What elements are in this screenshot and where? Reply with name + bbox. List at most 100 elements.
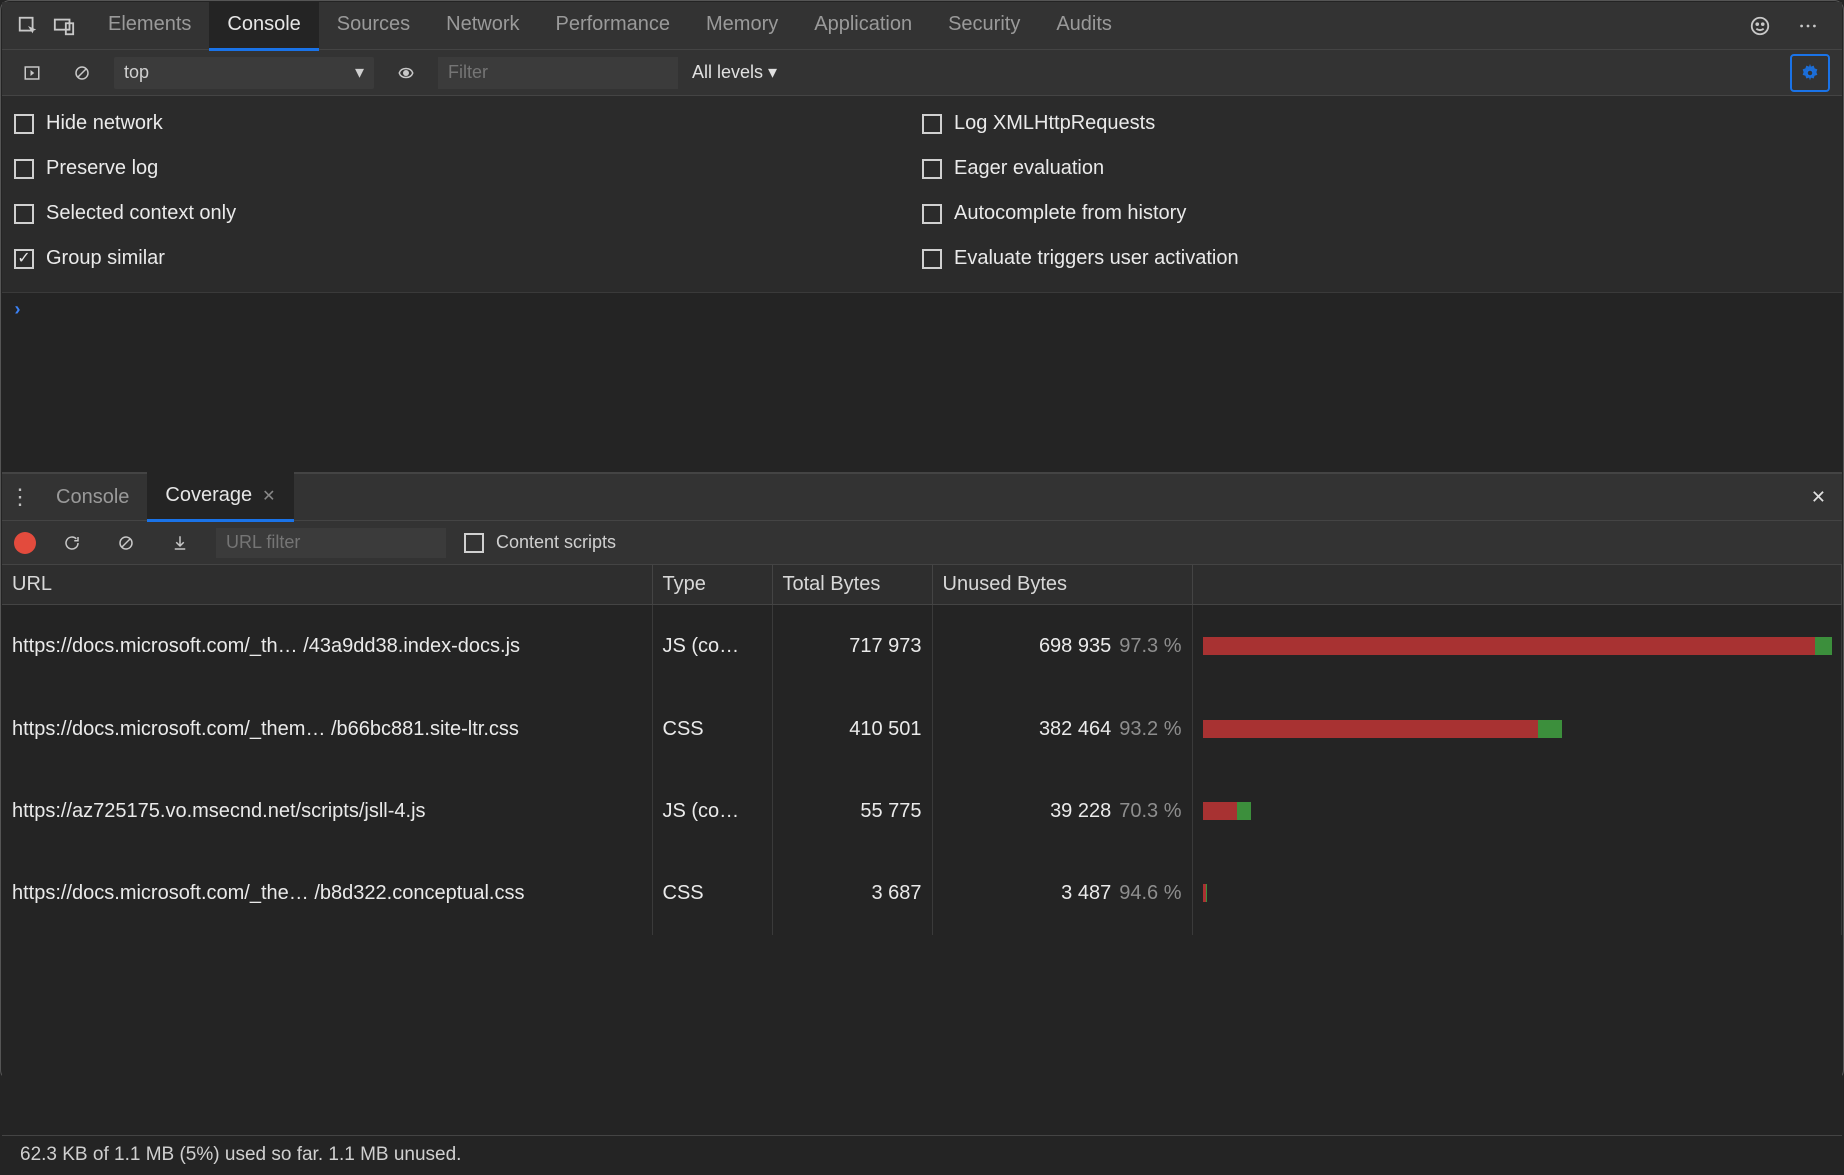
coverage-row[interactable]: https://az725175.vo.msecnd.net/scripts/j… — [2, 770, 1842, 852]
coverage-total-cell: 3 687 — [772, 852, 932, 934]
tab-elements[interactable]: Elements — [90, 1, 209, 51]
smiley-icon[interactable] — [1742, 8, 1778, 44]
coverage-row[interactable]: https://docs.microsoft.com/_the… /b8d322… — [2, 852, 1842, 934]
content-scripts-checkbox[interactable]: Content scripts — [464, 532, 616, 553]
drawer-more-icon[interactable]: ⋮ — [2, 484, 38, 510]
tab-audits[interactable]: Audits — [1038, 1, 1130, 51]
context-select[interactable]: top — [114, 57, 374, 89]
checkbox-icon — [14, 114, 34, 134]
tab-application[interactable]: Application — [796, 1, 930, 51]
coverage-type-cell: JS (co… — [652, 605, 772, 688]
col-type[interactable]: Type — [652, 565, 772, 605]
content-scripts-label: Content scripts — [496, 532, 616, 553]
coverage-bar-cell — [1192, 605, 1842, 688]
checkbox-icon — [922, 204, 942, 224]
coverage-url-cell: https://docs.microsoft.com/_th… /43a9dd3… — [2, 605, 652, 688]
setting-selected-context-only[interactable]: Selected context only — [14, 198, 922, 229]
top-tabs: ElementsConsoleSourcesNetworkPerformance… — [90, 1, 1130, 51]
checkbox-icon — [922, 249, 942, 269]
coverage-total-cell: 717 973 — [772, 605, 932, 688]
toggle-sidebar-icon[interactable] — [14, 55, 50, 91]
record-button[interactable] — [14, 532, 36, 554]
checkbox-icon — [922, 114, 942, 134]
console-toolbar: top All levels — [2, 50, 1842, 96]
inspect-icon[interactable] — [10, 8, 46, 44]
checkbox-icon — [14, 249, 34, 269]
setting-preserve-log[interactable]: Preserve log — [14, 153, 922, 184]
console-filter-input[interactable] — [438, 57, 678, 89]
tab-performance[interactable]: Performance — [538, 1, 689, 51]
clear-coverage-icon[interactable] — [108, 525, 144, 561]
coverage-status-bar: 62.3 KB of 1.1 MB (5%) used so far. 1.1 … — [2, 1135, 1842, 1175]
checkbox-icon — [14, 204, 34, 224]
clear-console-icon[interactable] — [64, 55, 100, 91]
col-total-bytes[interactable]: Total Bytes — [772, 565, 932, 605]
coverage-status-text: 62.3 KB of 1.1 MB (5%) used so far. 1.1 … — [20, 1144, 461, 1166]
coverage-type-cell: JS (co… — [652, 770, 772, 852]
setting-label: Log XMLHttpRequests — [954, 112, 1155, 135]
setting-label: Evaluate triggers user activation — [954, 247, 1239, 270]
setting-label: Selected context only — [46, 202, 236, 225]
col-unused-bytes[interactable]: Unused Bytes — [932, 565, 1192, 605]
coverage-row[interactable]: https://docs.microsoft.com/_th… /43a9dd3… — [2, 605, 1842, 688]
coverage-type-cell: CSS — [652, 852, 772, 934]
tab-console[interactable]: Console — [209, 1, 318, 51]
coverage-bar-cell — [1192, 852, 1842, 934]
coverage-url-cell: https://docs.microsoft.com/_them… /b66bc… — [2, 688, 652, 770]
coverage-url-filter-input[interactable] — [216, 528, 446, 558]
coverage-toolbar: Content scripts — [2, 521, 1842, 565]
setting-hide-network[interactable]: Hide network — [14, 108, 922, 139]
setting-group-similar[interactable]: Group similar — [14, 243, 922, 274]
setting-autocomplete-from-history[interactable]: Autocomplete from history — [922, 198, 1830, 229]
reload-icon[interactable] — [54, 525, 90, 561]
coverage-row[interactable]: https://docs.microsoft.com/_them… /b66bc… — [2, 688, 1842, 770]
setting-evaluate-triggers-user-activation[interactable]: Evaluate triggers user activation — [922, 243, 1830, 274]
export-icon[interactable] — [162, 525, 198, 561]
setting-label: Eager evaluation — [954, 157, 1104, 180]
tab-memory[interactable]: Memory — [688, 1, 796, 51]
tab-sources[interactable]: Sources — [319, 1, 428, 51]
setting-label: Hide network — [46, 112, 163, 135]
drawer-toolbar: ⋮ Console Coverage ✕ ✕ — [2, 473, 1842, 521]
tab-network[interactable]: Network — [428, 1, 537, 51]
checkbox-icon — [14, 159, 34, 179]
coverage-unused-cell: 382 46493.2 % — [932, 688, 1192, 770]
close-tab-icon[interactable]: ✕ — [262, 486, 275, 506]
device-toggle-icon[interactable] — [46, 8, 82, 44]
coverage-url-cell: https://az725175.vo.msecnd.net/scripts/j… — [2, 770, 652, 852]
console-input-area[interactable]: › — [2, 293, 1842, 473]
drawer-tab-label: Console — [56, 486, 129, 509]
coverage-table-header: URLTypeTotal BytesUnused Bytes — [2, 565, 1842, 605]
console-settings-panel: Hide network Preserve log Selected context… — [2, 96, 1842, 293]
setting-eager-evaluation[interactable]: Eager evaluation — [922, 153, 1830, 184]
checkbox-icon — [922, 159, 942, 179]
coverage-table: URLTypeTotal BytesUnused Bytes https://d… — [2, 565, 1842, 935]
main-toolbar: ElementsConsoleSourcesNetworkPerformance… — [2, 2, 1842, 50]
more-icon[interactable] — [1790, 8, 1826, 44]
console-prompt-icon: › — [12, 301, 23, 321]
coverage-unused-cell: 698 93597.3 % — [932, 605, 1192, 688]
coverage-bar-cell — [1192, 688, 1842, 770]
coverage-bar-cell — [1192, 770, 1842, 852]
coverage-unused-cell: 39 22870.3 % — [932, 770, 1192, 852]
log-levels-select[interactable]: All levels — [692, 62, 777, 83]
col-visualization[interactable] — [1192, 565, 1842, 605]
setting-label: Autocomplete from history — [954, 202, 1186, 225]
drawer-tab-label: Coverage — [165, 484, 252, 507]
live-expression-icon[interactable] — [388, 55, 424, 91]
coverage-unused-cell: 3 48794.6 % — [932, 852, 1192, 934]
coverage-url-cell: https://docs.microsoft.com/_the… /b8d322… — [2, 852, 652, 934]
coverage-type-cell: CSS — [652, 688, 772, 770]
context-value: top — [124, 62, 149, 83]
setting-label: Group similar — [46, 247, 165, 270]
drawer-tab-console[interactable]: Console — [38, 472, 147, 522]
tab-security[interactable]: Security — [930, 1, 1038, 51]
console-settings-button[interactable] — [1790, 54, 1830, 92]
drawer-tab-coverage[interactable]: Coverage ✕ — [147, 472, 293, 522]
drawer-close-icon[interactable]: ✕ — [1811, 487, 1842, 508]
setting-label: Preserve log — [46, 157, 158, 180]
coverage-total-cell: 55 775 — [772, 770, 932, 852]
coverage-total-cell: 410 501 — [772, 688, 932, 770]
col-url[interactable]: URL — [2, 565, 652, 605]
setting-log-xmlhttprequests[interactable]: Log XMLHttpRequests — [922, 108, 1830, 139]
